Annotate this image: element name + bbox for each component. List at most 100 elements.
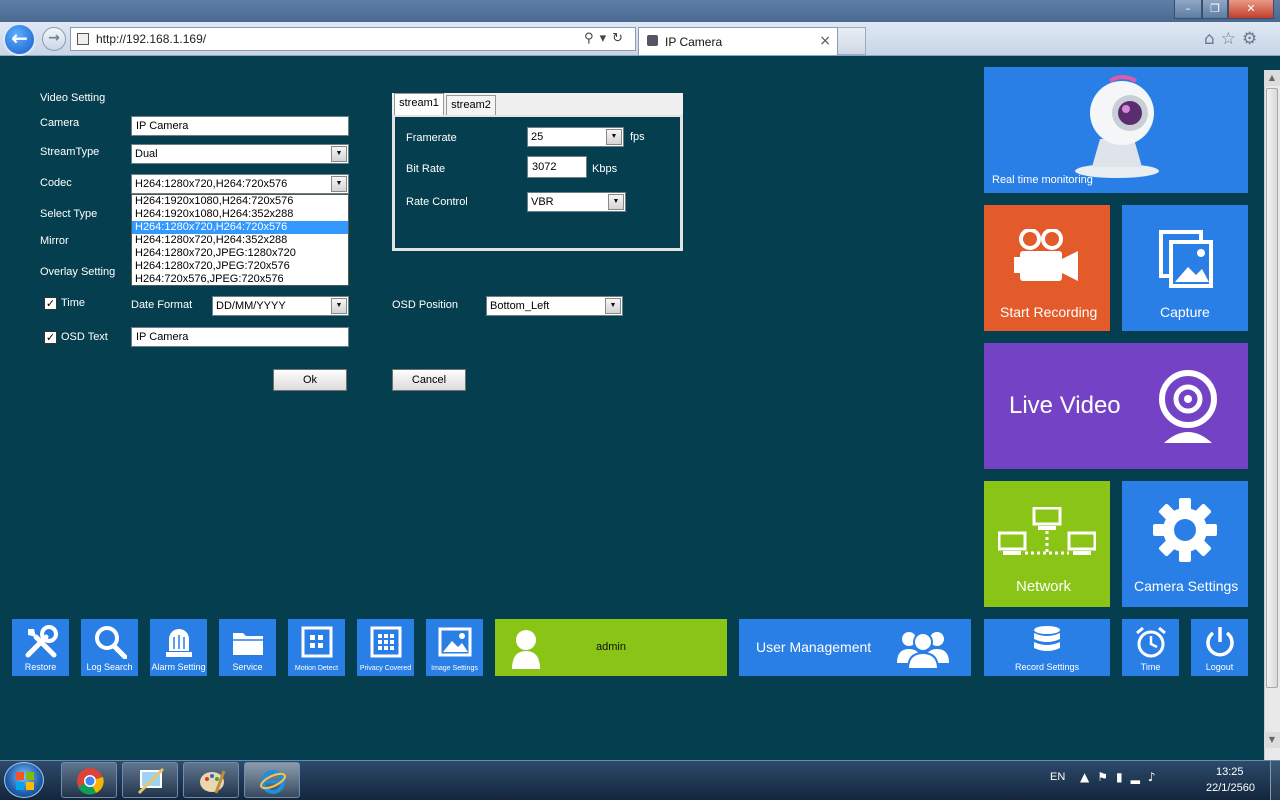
section-title: Video Setting: [40, 92, 106, 104]
minimize-button[interactable]: –: [1174, 0, 1202, 19]
rate-control-select[interactable]: VBR ▼: [527, 192, 626, 212]
realtime-monitoring-tile[interactable]: Real time monitoring: [984, 67, 1248, 193]
favorites-star-icon[interactable]: ☆: [1221, 29, 1242, 49]
clock-time[interactable]: 13:25: [1216, 766, 1244, 778]
start-button[interactable]: [4, 762, 44, 798]
signal-icon[interactable]: ▂: [1131, 770, 1148, 784]
tray-expand-icon[interactable]: ▲: [1080, 770, 1097, 784]
chevron-down-icon[interactable]: ▼: [606, 129, 622, 145]
codec-option[interactable]: H264:1280x720,H264:720x576: [132, 221, 348, 234]
taskbar-paint[interactable]: [183, 762, 239, 798]
clock-date[interactable]: 22/1/2560: [1206, 782, 1255, 794]
forward-button[interactable]: →: [42, 27, 66, 51]
start-recording-tile[interactable]: Start Recording: [984, 205, 1110, 331]
new-tab-button[interactable]: [838, 27, 866, 55]
back-button[interactable]: ←: [3, 23, 36, 56]
codec-option[interactable]: H264:1280x720,JPEG:1280x720: [132, 247, 348, 260]
chevron-down-icon[interactable]: ▼: [331, 146, 347, 162]
show-desktop-button[interactable]: [1270, 761, 1280, 800]
paint-palette-icon: [200, 770, 226, 794]
language-indicator[interactable]: EN: [1050, 771, 1065, 783]
restore-label: Restore: [24, 662, 57, 672]
framerate-select[interactable]: 25 ▼: [527, 127, 624, 147]
image-gallery-icon: [1159, 230, 1213, 288]
time-checkbox[interactable]: ✓: [44, 297, 57, 310]
live-video-tile[interactable]: Live Video: [984, 343, 1248, 469]
record-settings-label: Record Settings: [1014, 662, 1080, 672]
database-icon: [1034, 626, 1060, 651]
tab-stream2[interactable]: stream2: [446, 95, 496, 115]
maximize-button[interactable]: ❐: [1202, 0, 1228, 19]
osd-position-select[interactable]: Bottom_Left ▼: [486, 296, 623, 316]
chevron-down-icon[interactable]: ▼: [608, 194, 624, 210]
battery-icon[interactable]: ▮: [1116, 770, 1131, 784]
motion-detect-label: Motion Detect: [294, 665, 339, 672]
camera-settings-tile[interactable]: Camera Settings: [1122, 481, 1248, 607]
network-tile[interactable]: Network: [984, 481, 1110, 607]
chevron-down-icon[interactable]: ▼: [331, 298, 347, 314]
osd-position-label: OSD Position: [392, 299, 459, 311]
osd-text-checkbox[interactable]: ✓: [44, 331, 57, 344]
streamtype-select[interactable]: Dual ▼: [131, 144, 349, 164]
flag-icon[interactable]: ⚑: [1097, 770, 1116, 784]
scroll-down-arrow-icon[interactable]: ▼: [1264, 732, 1280, 748]
tab-close-icon[interactable]: ×: [819, 33, 831, 49]
url-host: 192.168.1.169/: [126, 32, 207, 46]
chevron-down-icon[interactable]: ▼: [331, 176, 347, 192]
alarm-clock-icon: [1136, 626, 1166, 658]
codec-option[interactable]: H264:720x576,JPEG:720x576: [132, 273, 348, 286]
log-search-button[interactable]: Log Search: [81, 619, 138, 676]
volume-icon[interactable]: ♪: [1148, 770, 1164, 784]
window-titlebar: [0, 0, 1280, 22]
streamtype-value: Dual: [135, 148, 158, 160]
url-text[interactable]: http://192.168.1.169/: [96, 32, 206, 46]
motion-grid-icon: [301, 626, 333, 658]
search-icon[interactable]: ⚲: [584, 31, 600, 46]
service-button[interactable]: Service: [219, 619, 276, 676]
codec-option[interactable]: H264:1920x1080,H264:352x288: [132, 208, 348, 221]
codec-select[interactable]: H264:1280x720,H264:720x576 ▼: [131, 174, 349, 194]
close-window-button[interactable]: ✕: [1228, 0, 1274, 19]
logout-button[interactable]: Logout: [1191, 619, 1248, 676]
home-icon[interactable]: ⌂: [1204, 29, 1221, 49]
date-format-select[interactable]: DD/MM/YYYY ▼: [212, 296, 349, 316]
browser-tab[interactable]: IP Camera ×: [638, 27, 838, 55]
privacy-covered-button[interactable]: Privacy Covered: [357, 619, 414, 676]
time-label: Time: [1140, 662, 1161, 672]
capture-tile[interactable]: Capture: [1122, 205, 1248, 331]
motion-detect-button[interactable]: Motion Detect: [288, 619, 345, 676]
dropdown-icon[interactable]: ▾: [600, 31, 613, 46]
user-account-tile[interactable]: admin: [495, 619, 727, 676]
time-button[interactable]: Time: [1122, 619, 1179, 676]
alarm-siren-icon: [166, 629, 192, 657]
camera-name-input[interactable]: [131, 116, 349, 136]
alarm-setting-button[interactable]: Alarm Setting: [150, 619, 207, 676]
image-settings-button[interactable]: Image Settings: [426, 619, 483, 676]
codec-dropdown-list[interactable]: H264:1920x1080,H264:720x576 H264:1920x10…: [131, 194, 349, 286]
user-management-tile[interactable]: User Management: [739, 619, 971, 676]
restore-button[interactable]: Restore: [12, 619, 69, 676]
bitrate-unit: Kbps: [592, 163, 618, 175]
gear-icon[interactable]: ⚙: [1242, 29, 1263, 49]
taskbar-internet-explorer[interactable]: [244, 762, 300, 798]
taskbar-chrome[interactable]: [61, 762, 117, 798]
address-bar[interactable]: http://192.168.1.169/ ⚲▾↻: [70, 27, 636, 51]
scroll-up-arrow-icon[interactable]: ▲: [1264, 70, 1280, 86]
alarm-setting-label: Alarm Setting: [151, 662, 206, 672]
osd-text-input[interactable]: [131, 327, 349, 347]
scrollbar-thumb[interactable]: [1266, 88, 1278, 688]
ok-button[interactable]: Ok: [273, 369, 347, 391]
time-label: Time: [61, 297, 86, 309]
taskbar-network-app[interactable]: [122, 762, 178, 798]
codec-option[interactable]: H264:1920x1080,H264:720x576: [132, 195, 348, 208]
codec-option[interactable]: H264:1280x720,JPEG:720x576: [132, 260, 348, 273]
record-settings-tile[interactable]: Record Settings: [984, 619, 1110, 676]
bitrate-input[interactable]: [527, 156, 587, 178]
internet-explorer-icon: [260, 770, 286, 794]
image-settings-label: Image Settings: [431, 665, 478, 672]
cancel-button[interactable]: Cancel: [392, 369, 466, 391]
tab-stream1[interactable]: stream1: [394, 93, 444, 115]
chevron-down-icon[interactable]: ▼: [605, 298, 621, 314]
codec-option[interactable]: H264:1280x720,H264:352x288: [132, 234, 348, 247]
refresh-icon[interactable]: ↻: [612, 31, 629, 46]
